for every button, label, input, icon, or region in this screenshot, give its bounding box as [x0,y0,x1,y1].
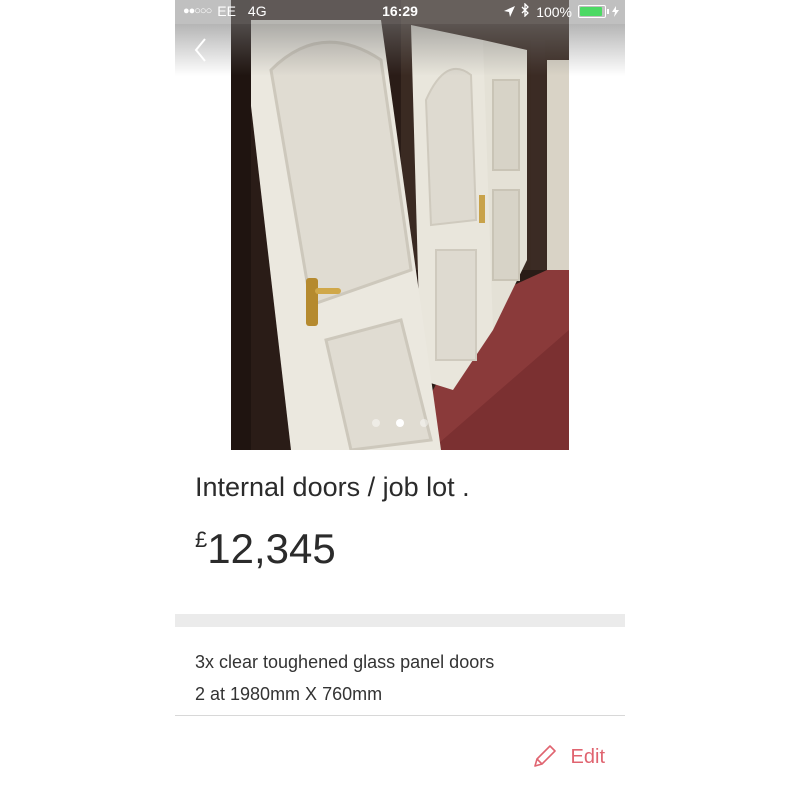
listing-title: Internal doors / job lot . [195,472,470,502]
battery-icon [578,5,609,18]
status-bar: ●●○○○ EE 4G 16:29 100% [175,0,625,24]
pencil-icon [533,745,556,767]
description-line: 2 at 1980mm X 760mm [195,684,383,704]
charging-icon [612,4,619,20]
gallery-pager[interactable] [175,414,625,432]
divider-line [175,715,625,716]
listing-description: 3x clear toughened glass panel doors 2 a… [195,646,494,710]
pager-dot[interactable] [371,419,380,427]
bluetooth-icon [521,2,530,20]
pager-dot-active[interactable] [396,419,404,427]
price-amount: 12,345 [207,525,336,572]
edit-button[interactable]: Edit [529,742,605,772]
pager-dot[interactable] [420,419,429,427]
listing-price: £12,345 [195,525,336,573]
section-divider [175,614,625,627]
location-arrow-icon [504,4,516,20]
description-line: 3x clear toughened glass panel doors [195,652,495,672]
currency-symbol: £ [195,527,208,552]
edit-label: Edit [570,745,605,768]
chevron-left-icon[interactable] [191,36,211,64]
battery-percent: 100% [536,3,572,20]
navigation-bar [175,24,625,76]
listing-screen: ●●○○○ EE 4G 16:29 100% Internal doors / … [175,0,625,800]
